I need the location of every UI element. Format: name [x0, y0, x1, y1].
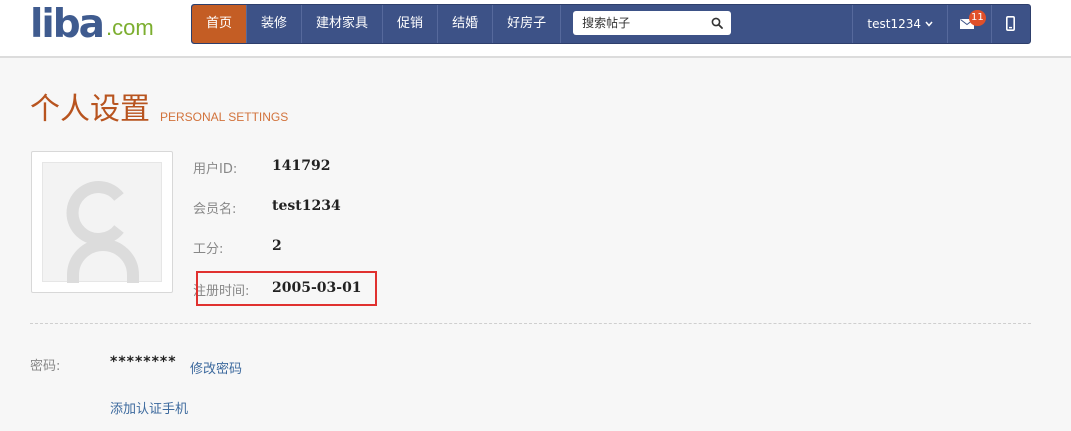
points-value: 2 [272, 238, 282, 254]
logo-text: liba [30, 2, 105, 47]
user-name: test1234 [867, 17, 921, 31]
nav-item-materials-furniture[interactable]: 建材家具 [302, 5, 384, 43]
user-menu[interactable]: test1234 [852, 5, 948, 43]
avatar[interactable] [31, 151, 173, 293]
change-password-link[interactable]: 修改密码 [190, 358, 242, 377]
main-navbar: 首页 装修 建材家具 促销 结婚 好房子 test1234 [191, 4, 1031, 44]
search-icon[interactable] [711, 17, 723, 29]
page-title-en: PERSONAL SETTINGS [160, 110, 289, 124]
nav-item-promotions[interactable]: 促销 [383, 5, 439, 43]
username-value: test1234 [272, 198, 341, 214]
highlight-box [196, 271, 377, 306]
search-input[interactable] [573, 11, 732, 35]
nav-item-home[interactable]: 首页 [192, 5, 248, 43]
nav-item-decoration[interactable]: 装修 [247, 5, 303, 43]
section-divider [30, 323, 1031, 324]
nav-item-wedding[interactable]: 结婚 [438, 5, 494, 43]
page-title: 个人设置 PERSONAL SETTINGS [30, 92, 288, 128]
logo-suffix: .com [105, 15, 154, 40]
username-label: 会员名: [193, 202, 237, 217]
password-label: 密码: [30, 359, 61, 374]
user-id-value: 141792 [272, 158, 331, 174]
page-title-cn: 个人设置 [30, 92, 150, 127]
search-box [573, 11, 732, 35]
messages-button[interactable]: 11 [948, 5, 992, 43]
message-count-badge: 11 [969, 10, 986, 26]
user-id-label: 用户ID: [193, 162, 238, 177]
chevron-down-icon [925, 21, 933, 27]
nav-item-good-house[interactable]: 好房子 [493, 5, 562, 43]
avatar-placeholder [42, 162, 162, 283]
default-user-icon [66, 181, 139, 283]
points-label: 工分: [193, 242, 224, 257]
site-header: liba .com 首页 装修 建材家具 促销 结婚 好房子 test1234 [0, 0, 1071, 58]
add-phone-link[interactable]: 添加认证手机 [110, 398, 188, 417]
site-logo[interactable]: liba .com [30, 2, 154, 47]
phone-icon [1006, 16, 1015, 31]
search-area [561, 5, 732, 43]
mobile-button[interactable] [992, 5, 1030, 43]
password-value: ******** [110, 354, 177, 370]
